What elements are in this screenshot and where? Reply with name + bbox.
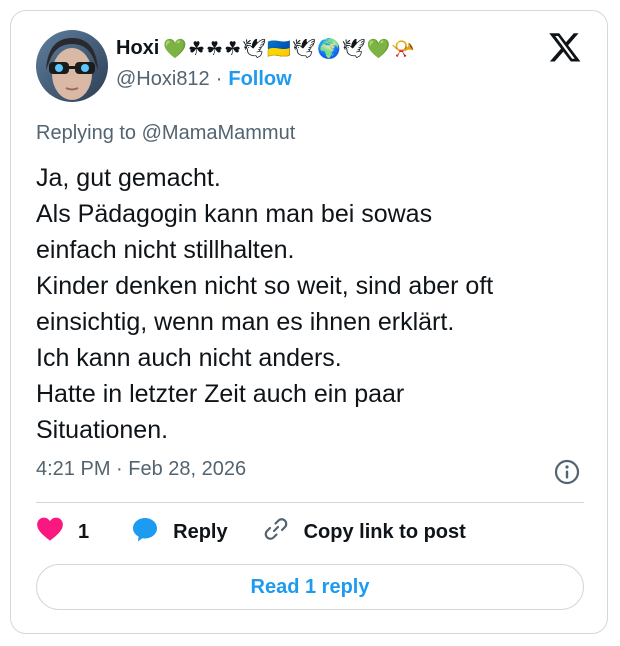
tweet-text: Ja, gut gemacht. Als Pädagogin kann man … bbox=[36, 160, 596, 448]
copy-link-button[interactable]: Copy link to post bbox=[262, 515, 466, 549]
author-handle-row: @Hoxi812 · Follow bbox=[116, 68, 292, 91]
author-display-name[interactable]: Hoxi bbox=[116, 37, 159, 60]
action-bar: 1 Reply Copy link to post bbox=[36, 515, 466, 549]
tweet-line: Kinder denken nicht so weit, sind aber o… bbox=[36, 272, 494, 300]
reply-button[interactable]: Reply bbox=[131, 515, 228, 549]
like-count: 1 bbox=[78, 520, 90, 543]
tweet-line: Ich kann auch nicht anders. bbox=[36, 344, 342, 372]
tweet-timestamp[interactable]: 4:21 PM · Feb 28, 2026 bbox=[36, 458, 246, 481]
reply-label: Reply bbox=[173, 520, 228, 543]
info-icon[interactable] bbox=[553, 458, 581, 486]
tweet-line: Als Pädagogin kann man bei sowas bbox=[36, 200, 433, 228]
read-replies-button[interactable]: Read 1 reply bbox=[36, 564, 584, 610]
author-name-emojis: 💚☘☘☘🕊🇺🇦🕊🌍🕊💚📯 bbox=[163, 37, 417, 60]
tweet-line: Hatte in letzter Zeit auch ein paar bbox=[36, 380, 405, 408]
tweet-line: Situationen. bbox=[36, 416, 169, 444]
tweet-line: einsichtig, wenn man es ihnen erklärt. bbox=[36, 308, 455, 336]
heart-icon bbox=[36, 516, 64, 548]
tweet-line: Ja, gut gemacht. bbox=[36, 164, 221, 192]
divider bbox=[36, 502, 584, 503]
copy-link-label: Copy link to post bbox=[303, 520, 466, 543]
replying-to-label[interactable]: Replying to @MamaMammut bbox=[36, 122, 295, 145]
separator-dot: · bbox=[215, 68, 223, 90]
like-button[interactable]: 1 bbox=[36, 516, 89, 548]
author-handle[interactable]: @Hoxi812 bbox=[116, 68, 210, 91]
follow-button[interactable]: Follow bbox=[228, 68, 291, 91]
author-name-row[interactable]: Hoxi 💚☘☘☘🕊🇺🇦🕊🌍🕊💚📯 bbox=[116, 34, 416, 62]
x-logo-icon[interactable] bbox=[548, 30, 582, 64]
reply-bubble-icon bbox=[131, 515, 159, 549]
tweet-line: einfach nicht stillhalten. bbox=[36, 236, 295, 264]
avatar[interactable] bbox=[36, 30, 108, 102]
link-icon bbox=[262, 515, 290, 549]
